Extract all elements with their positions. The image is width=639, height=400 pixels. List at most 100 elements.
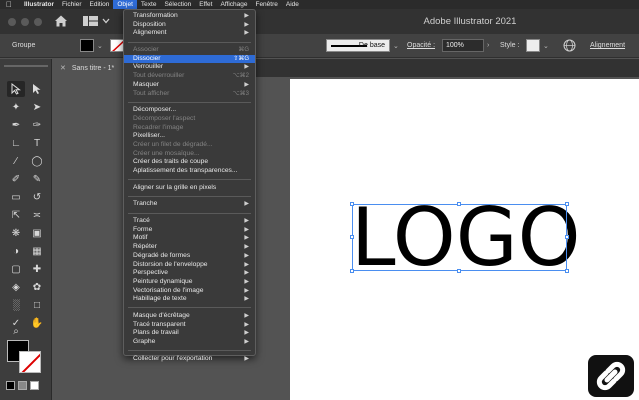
blend-tool-icon[interactable]: ◈ [7, 279, 25, 295]
menu-item-vectorisation-de-l-image[interactable]: Vectorisation de l'image ▶ [124, 287, 255, 296]
align-panel-link[interactable]: Alignement [590, 42, 625, 49]
menu-item-perspective[interactable]: Perspective ▶ [124, 269, 255, 278]
menu-texte[interactable]: Texte [137, 0, 161, 9]
menu-item-creer-des-traits-de-coupe[interactable]: Créer des traits de coupe [124, 158, 255, 167]
menu-item-motif[interactable]: Motif ▶ [124, 234, 255, 243]
menu-item-masque-d-ecretage[interactable]: Masque d'écrêtage ▶ [124, 312, 255, 321]
gradient-mode-button[interactable] [18, 381, 27, 390]
eraser-tool-icon[interactable]: ▭ [7, 189, 25, 205]
menu-item-peinture-dynamique[interactable]: Peinture dynamique ▶ [124, 278, 255, 287]
menu-objet[interactable]: Objet [113, 0, 137, 9]
eyedropper-tool-icon[interactable]: ✚ [28, 261, 46, 277]
selection-tool-icon[interactable] [7, 81, 25, 97]
menu-item-repeter[interactable]: Répéter ▶ [124, 243, 255, 252]
menu-item-graphe[interactable]: Graphe ▶ [124, 338, 255, 347]
resize-handle[interactable] [457, 269, 461, 273]
menu-fenetre[interactable]: Fenêtre [251, 0, 281, 9]
shaper-tool-icon[interactable]: ✎ [28, 171, 46, 187]
resize-handle[interactable] [350, 235, 354, 239]
fill-dropdown-chevron-icon[interactable]: ⌄ [97, 42, 105, 50]
minimize-window-button[interactable] [21, 18, 29, 26]
resize-handle[interactable] [565, 269, 569, 273]
resize-handle[interactable] [350, 269, 354, 273]
menu-item-aplatissement-des-transparences[interactable]: Aplatissement des transparences... [124, 167, 255, 176]
menu-aide[interactable]: Aide [282, 0, 303, 9]
stroke-style-dropdown[interactable]: De base [326, 39, 390, 52]
close-window-button[interactable] [8, 18, 16, 26]
menu-item-pixelliser[interactable]: Pixelliser... [124, 132, 255, 141]
menu-effet[interactable]: Effet [195, 0, 216, 9]
resize-handle[interactable] [565, 202, 569, 206]
perspective-grid-tool-icon[interactable]: ▦ [28, 243, 46, 259]
home-icon[interactable] [54, 14, 68, 28]
workspace-switcher-icon[interactable] [82, 15, 112, 27]
hand-tool-icon[interactable]: ✋ [28, 315, 46, 331]
menu-item-habillage-de-texte[interactable]: Habillage de texte ▶ [124, 295, 255, 304]
menu-item-plans-de-travail[interactable]: Plans de travail ▶ [124, 329, 255, 338]
menu-edition[interactable]: Edition [86, 0, 114, 9]
symbol-sprayer-tool-icon[interactable]: ✿ [28, 279, 46, 295]
menu-item-collecter-pour-l-exportation[interactable]: Collecter pour l'exportation ▶ [124, 355, 255, 364]
puppet-warp-tool-icon[interactable]: ❋ [7, 225, 25, 241]
menu-item-tranche[interactable]: Tranche ▶ [124, 200, 255, 209]
menu-item-transformation[interactable]: Transformation ▶ [124, 12, 255, 21]
menu-item-forme[interactable]: Forme ▶ [124, 226, 255, 235]
opacity-chevron-icon[interactable]: › [487, 42, 495, 50]
shape-builder-tool-icon[interactable]: ◑ [7, 243, 25, 259]
menu-item-label: Dégradé de formes [133, 251, 191, 259]
width-tool-icon[interactable]: ≍ [28, 207, 46, 223]
toolbar-grip[interactable] [4, 65, 48, 67]
zoom-window-button[interactable] [34, 18, 42, 26]
ellipse-tool-icon[interactable]: ◯ [28, 153, 46, 169]
artboard-tool-icon[interactable]: □ [28, 297, 46, 313]
menu-item-dissocier[interactable]: Dissocier ⇧⌘G [124, 54, 255, 64]
fill-swatch[interactable] [80, 39, 94, 52]
opacity-input[interactable]: 100% [442, 39, 484, 52]
recolor-globe-icon[interactable] [563, 39, 576, 52]
menu-item-masquer[interactable]: Masquer ▶ [124, 81, 255, 90]
menu-item-disposition[interactable]: Disposition ▶ [124, 21, 255, 30]
stroke-style-chevron-icon[interactable]: ⌄ [393, 42, 401, 50]
close-tab-icon[interactable]: ✕ [60, 65, 66, 72]
resize-handle[interactable] [565, 235, 569, 239]
stroke-swatch[interactable] [110, 39, 124, 52]
stroke-color-box[interactable] [19, 351, 41, 373]
menu-item-trace-transparent[interactable]: Tracé transparent ▶ [124, 321, 255, 330]
menu-illustrator[interactable]: Illustrator [20, 0, 58, 9]
zoom-tool-icon[interactable]: ⌕ [7, 323, 25, 339]
graphic-style-swatch[interactable] [526, 39, 540, 52]
selection-bounding-box[interactable] [350, 202, 569, 273]
apple-icon[interactable]:  [6, 0, 14, 9]
menu-fichier[interactable]: Fichier [58, 0, 86, 9]
resize-handle[interactable] [457, 202, 461, 206]
menu-item-distorsion-de-l-enveloppe[interactable]: Distorsion de l'enveloppe ▶ [124, 261, 255, 270]
direct-selection-tool-icon[interactable] [28, 81, 46, 97]
magic-wand-tool-icon[interactable]: ✦ [7, 99, 25, 115]
pen-tool-icon[interactable]: ✑ [28, 117, 46, 133]
curvature-tool-icon[interactable]: ✒ [7, 117, 25, 133]
type-tool-icon[interactable]: T [28, 135, 46, 151]
gradient-tool-icon[interactable]: ▢ [7, 261, 25, 277]
menu-item-alignement[interactable]: Alignement ▶ [124, 29, 255, 38]
paintbrush-tool-icon[interactable]: ✐ [7, 171, 25, 187]
opacity-label[interactable]: Opacité : [407, 42, 435, 49]
menu-affichage[interactable]: Affichage [216, 0, 251, 9]
scale-tool-icon[interactable]: ⇱ [7, 207, 25, 223]
style-chevron-icon[interactable]: ⌄ [543, 42, 551, 50]
none-mode-button[interactable] [30, 381, 39, 390]
menu-selection[interactable]: Sélection [160, 0, 195, 9]
lasso-tool-icon[interactable]: ➤ [28, 99, 46, 115]
line-segment-tool-icon[interactable]: ∕ [7, 153, 25, 169]
document-tab[interactable]: ✕ Sans titre - 1* [52, 59, 124, 77]
menu-item-decomposer[interactable]: Décomposer... [124, 106, 255, 115]
color-mode-button[interactable] [6, 381, 15, 390]
menu-item-aligner-sur-la-grille-en-pixels[interactable]: Aligner sur la grille en pixels [124, 184, 255, 193]
column-graph-tool-icon[interactable]: ░ [7, 297, 25, 313]
resize-handle[interactable] [350, 202, 354, 206]
free-transform-tool-icon[interactable]: ▣ [28, 225, 46, 241]
rotate-tool-icon[interactable]: ↺ [28, 189, 46, 205]
menu-item-degrade-de-formes[interactable]: Dégradé de formes ▶ [124, 252, 255, 261]
anchor-point-tool-icon[interactable]: ∟ [7, 135, 25, 151]
menu-item-verrouiller[interactable]: Verrouiller ▶ [124, 63, 255, 72]
menu-item-trace[interactable]: Tracé ▶ [124, 217, 255, 226]
